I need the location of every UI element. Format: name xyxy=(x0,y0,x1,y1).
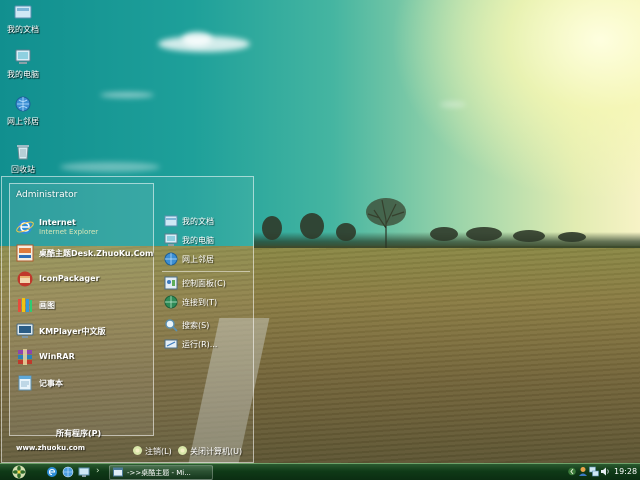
iconpackager-icon xyxy=(17,271,33,287)
control-panel-icon xyxy=(164,276,178,290)
start-menu-item-label: 网上邻居 xyxy=(182,255,214,264)
quicklaunch-desktop-icon[interactable] xyxy=(78,466,90,478)
desktop-icon-recycle-bin[interactable]: 回收站 xyxy=(0,143,46,175)
zhuoku-icon xyxy=(16,244,34,262)
shutdown-label: 关闭计算机(U) xyxy=(190,447,243,456)
start-menu-item-search[interactable]: 搜索(S) xyxy=(164,317,252,335)
desktop-icon-my-computer[interactable]: 我的电脑 xyxy=(0,48,46,80)
start-menu-item-my-computer[interactable]: 我的电脑 xyxy=(164,232,252,250)
desktop-icon-label: 网上邻居 xyxy=(7,117,39,126)
run-icon xyxy=(164,339,178,349)
program-item-title: Internet xyxy=(39,218,76,227)
tray-volume-icon[interactable] xyxy=(600,466,610,477)
start-menu-programs-panel: Administrator Internet Internet Explorer… xyxy=(9,183,156,439)
program-item-winrar[interactable]: WinRAR xyxy=(16,346,156,370)
program-item-iconpackager[interactable]: IconPackager xyxy=(16,268,156,292)
start-button[interactable] xyxy=(9,464,29,480)
my-computer-icon xyxy=(15,49,31,64)
program-item-zhuoku[interactable]: 桌酷主题Desk.ZhuoKu.Com xyxy=(16,242,156,266)
desktop-icon-label: 我的电脑 xyxy=(7,70,39,79)
my-documents-icon xyxy=(164,215,178,227)
wallpaper-cloud xyxy=(100,92,154,98)
start-menu-site-url: www.zhuoku.com xyxy=(16,444,86,452)
start-menu-item-label: 我的电脑 xyxy=(182,236,214,245)
start-menu-item-my-documents[interactable]: 我的文档 xyxy=(164,213,252,231)
wallpaper-trees xyxy=(262,198,586,248)
desktop-icon-label: 我的文档 xyxy=(7,25,39,34)
program-item-notepad[interactable]: 记事本 xyxy=(16,372,156,396)
start-menu-item-run[interactable]: 运行(R)... xyxy=(164,336,252,354)
taskbar-window-label: ->>桌酷主题 - Mi... xyxy=(127,469,191,477)
desktop-icon-network-places[interactable]: 网上邻居 xyxy=(0,95,46,127)
start-menu-item-connect-to[interactable]: 连接到(T) xyxy=(164,294,252,312)
my-documents-icon xyxy=(14,5,32,19)
search-icon xyxy=(165,319,178,332)
program-item-title: WinRAR xyxy=(39,352,75,361)
logoff-label: 注销(L) xyxy=(145,447,172,456)
tray-network-icon[interactable] xyxy=(589,466,599,477)
notepad-icon xyxy=(18,375,32,391)
quicklaunch-ie-icon[interactable] xyxy=(46,466,58,478)
program-item-title: 画图 xyxy=(39,301,55,310)
paint-icon xyxy=(18,298,32,312)
all-programs-button[interactable]: 所有程序(P) xyxy=(56,428,101,439)
program-item-title: 记事本 xyxy=(39,379,63,388)
taskbar-clock: 19:28 xyxy=(614,467,638,476)
program-item-subtitle: Internet Explorer xyxy=(39,228,99,236)
shutdown-icon xyxy=(178,446,187,455)
network-places-icon xyxy=(15,96,31,112)
program-item-paint[interactable]: 画图 xyxy=(16,294,156,318)
start-menu-item-control-panel[interactable]: 控制面板(C) xyxy=(164,275,252,293)
program-item-title: IconPackager xyxy=(39,274,100,283)
tray-expand-icon[interactable] xyxy=(568,467,576,476)
internet-explorer-icon xyxy=(16,220,34,234)
program-item-title: 桌酷主题Desk.ZhuoKu.Com xyxy=(39,249,154,258)
tray-user-icon[interactable] xyxy=(578,466,588,477)
desktop-icon-label: 回收站 xyxy=(11,165,35,174)
logoff-icon xyxy=(133,446,142,455)
start-menu: Administrator Internet Internet Explorer… xyxy=(1,176,254,463)
network-places-icon xyxy=(164,252,178,266)
start-menu-item-network-places[interactable]: 网上邻居 xyxy=(164,251,252,269)
start-menu-user-name: Administrator xyxy=(16,190,78,200)
quicklaunch-browser-icon[interactable] xyxy=(62,466,74,478)
wallpaper-cloud xyxy=(60,162,160,172)
start-menu-separator xyxy=(162,271,250,272)
start-menu-item-label: 连接到(T) xyxy=(182,298,218,307)
wallpaper-cloud xyxy=(182,32,212,46)
start-menu-item-label: 运行(R)... xyxy=(182,340,218,349)
program-item-title: KMPlayer中文版 xyxy=(39,327,106,336)
connect-to-icon xyxy=(164,295,178,309)
desktop-icon-my-documents[interactable]: 我的文档 xyxy=(0,3,46,35)
program-item-internet[interactable]: Internet Internet Explorer xyxy=(16,216,156,240)
quicklaunch-overflow-arrow[interactable]: › xyxy=(96,466,100,476)
window-icon xyxy=(113,467,123,477)
program-item-kmplayer[interactable]: KMPlayer中文版 xyxy=(16,320,156,344)
taskbar-window-button[interactable]: ->>桌酷主题 - Mi... xyxy=(109,465,213,480)
shutdown-button[interactable]: 关闭计算机(U) xyxy=(177,445,251,459)
start-menu-item-label: 控制面板(C) xyxy=(182,279,226,288)
kmplayer-icon xyxy=(16,323,34,338)
start-menu-item-label: 搜索(S) xyxy=(182,321,210,330)
my-computer-icon xyxy=(164,233,178,246)
wallpaper-cloud xyxy=(440,102,466,107)
logoff-button[interactable]: 注销(L) xyxy=(132,445,180,459)
winrar-icon xyxy=(18,349,32,365)
recycle-bin-icon xyxy=(17,145,29,160)
start-menu-item-label: 我的文档 xyxy=(182,217,214,226)
taskbar: › ->>桌酷主题 - Mi... 19:28 xyxy=(0,463,640,480)
